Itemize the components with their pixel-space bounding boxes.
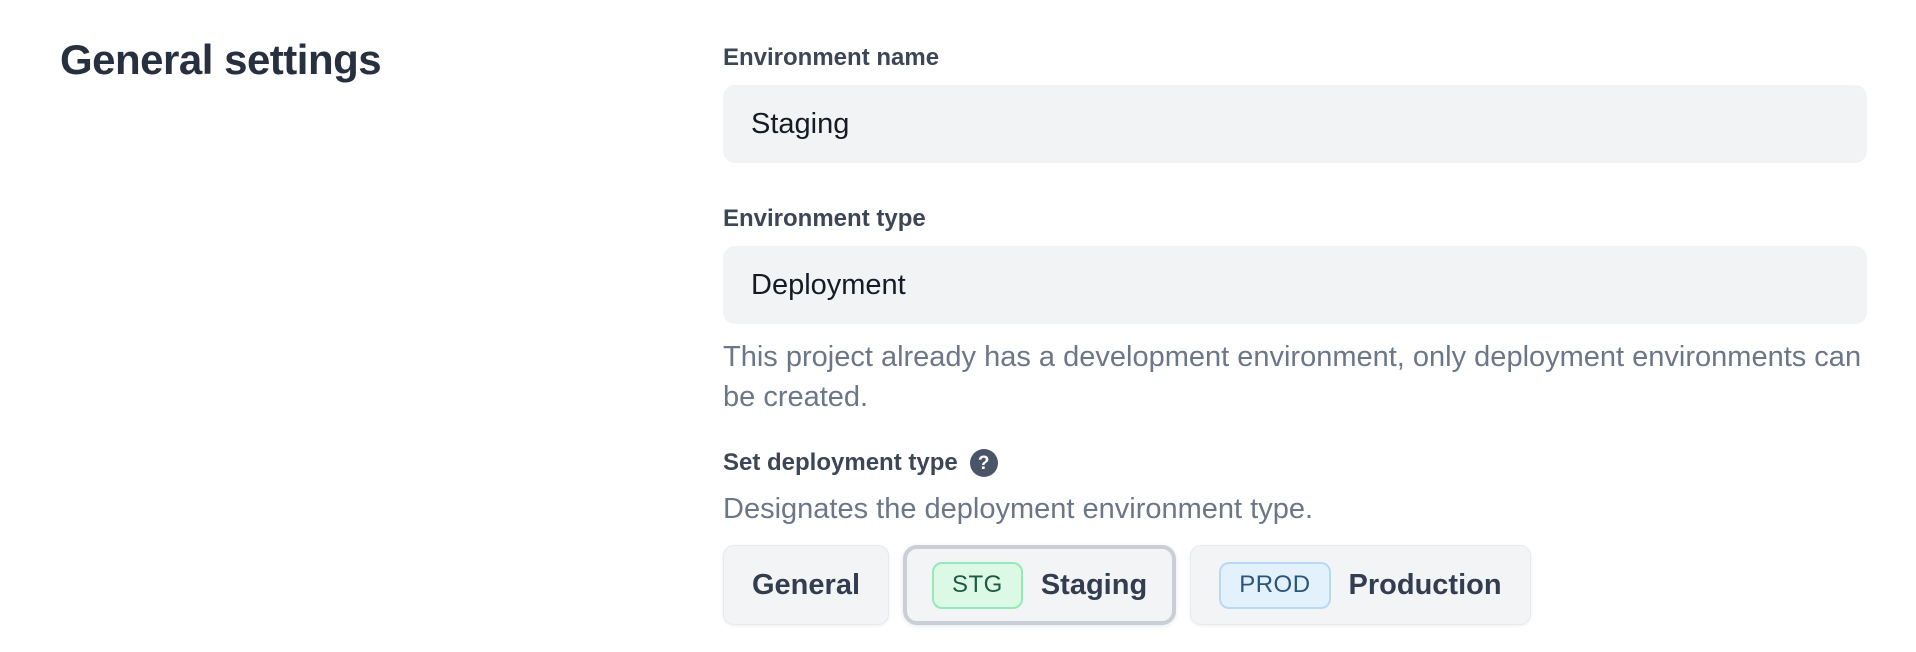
environment-name-input[interactable] [723,85,1867,163]
option-staging-label: Staging [1041,569,1147,602]
deployment-type-description: Designates the deployment environment ty… [723,489,1867,529]
prod-badge: PROD [1219,562,1330,609]
deployment-type-options: General STG Staging PROD Production [723,545,1867,625]
deployment-type-option-staging[interactable]: STG Staging [903,545,1176,625]
option-general-label: General [752,569,860,602]
environment-name-label: Environment name [723,44,1867,72]
deployment-type-option-general[interactable]: General [723,545,889,625]
environment-type-input[interactable] [723,246,1867,324]
environment-type-label: Environment type [723,205,1867,233]
general-settings-form: Environment name Environment type This p… [723,44,1867,625]
question-mark-icon[interactable]: ? [970,449,998,477]
environment-type-help-text: This project already has a development e… [723,337,1867,417]
stg-badge: STG [932,562,1023,609]
deployment-type-option-production[interactable]: PROD Production [1190,545,1530,625]
option-production-label: Production [1349,569,1502,602]
deployment-type-label: Set deployment type [723,449,958,477]
page-title: General settings [60,36,381,84]
deployment-type-header: Set deployment type ? [723,449,1867,477]
